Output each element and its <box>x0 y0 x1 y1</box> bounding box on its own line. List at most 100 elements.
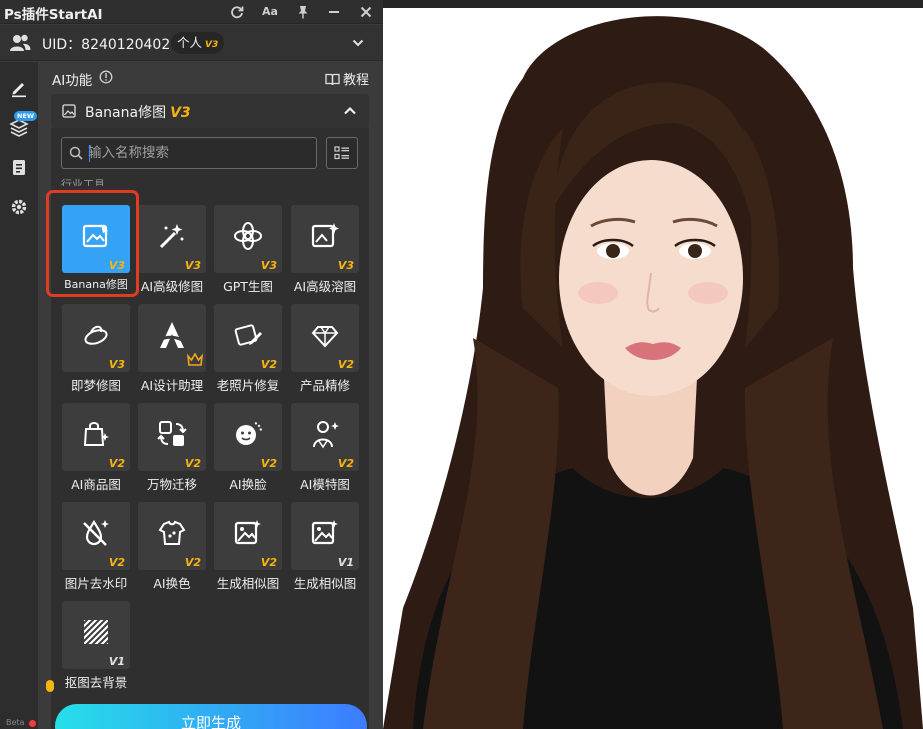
magic-wand-icon <box>157 221 187 251</box>
tool-label[interactable]: 抠图去背景 <box>54 672 138 691</box>
tutorial-label: 教程 <box>342 73 369 88</box>
tool-tile[interactable]: V3 <box>62 304 130 372</box>
chevron-down-icon[interactable] <box>351 36 365 54</box>
layers-icon[interactable] <box>9 118 29 138</box>
tool-label[interactable]: GPT生图 <box>206 276 290 295</box>
text-caret <box>89 145 90 162</box>
tool-tile[interactable]: V2 <box>138 403 206 471</box>
refresh-icon[interactable] <box>227 2 247 22</box>
transfer-icon <box>157 419 187 449</box>
openai-knot-icon <box>233 221 263 251</box>
book-icon <box>325 73 340 86</box>
shopping-bag-icon <box>81 419 111 449</box>
remove-background-icon <box>81 617 111 647</box>
model-icon <box>310 419 340 449</box>
settings-gear-icon[interactable] <box>9 197 29 217</box>
tool-label[interactable]: 生成相似图 <box>206 573 290 592</box>
tool-tile[interactable]: V2 <box>62 502 130 570</box>
status-dot <box>46 680 54 692</box>
tool-label[interactable]: 产品精修 <box>283 375 367 394</box>
tool-label[interactable]: AI高级修图 <box>130 276 214 295</box>
tool-label[interactable]: 即梦修图 <box>54 375 138 394</box>
tool-version-badge: V3 <box>184 259 201 272</box>
tool-tile[interactable]: V1 <box>291 502 359 570</box>
info-icon[interactable] <box>99 70 113 88</box>
image-icon <box>62 104 76 122</box>
tool-tile[interactable]: V2 <box>62 403 130 471</box>
plan-badge: 个人 V3 <box>171 32 225 54</box>
tool-version-badge: V2 <box>260 358 277 371</box>
diamond-icon <box>310 320 340 350</box>
tool-tile[interactable]: V2 <box>291 403 359 471</box>
tool-tile[interactable] <box>138 304 206 372</box>
feature-name-text: Banana修图 <box>85 105 167 121</box>
clipboard-icon[interactable] <box>9 157 29 177</box>
tutorial-link[interactable]: 教程 <box>325 69 369 88</box>
tool-tile[interactable]: V1 <box>62 601 130 669</box>
tool-label[interactable]: AI商品图 <box>54 474 138 493</box>
recolor-icon <box>157 518 187 548</box>
category-label: 行业工具 <box>61 178 105 186</box>
feature-version: V3 <box>170 105 191 121</box>
face-swap-icon <box>233 419 263 449</box>
tool-tile[interactable]: V2 <box>214 502 282 570</box>
uid-text: UID：8240120402 <box>42 37 171 53</box>
photo-repair-icon <box>233 320 263 350</box>
design-assistant-icon <box>157 320 187 350</box>
startai-panel: Ps插件StartAI Aa UID：8240120402 个人 V3 NEW … <box>0 0 383 729</box>
tool-label[interactable]: 万物迁移 <box>130 474 214 493</box>
tool-version-badge: V1 <box>337 556 354 569</box>
portrait-image <box>383 16 923 729</box>
tool-label[interactable]: 图片去水印 <box>54 573 138 592</box>
tool-tile[interactable]: V3 <box>291 205 359 273</box>
left-toolbar: NEW Beta <box>0 62 38 729</box>
pin-icon[interactable] <box>293 2 313 22</box>
tool-tile[interactable]: V2 <box>214 403 282 471</box>
tool-label[interactable]: 生成相似图 <box>283 573 367 592</box>
title-bar: Ps插件StartAI Aa <box>0 0 383 24</box>
minimize-icon[interactable] <box>324 2 344 22</box>
tool-version-badge: V2 <box>108 457 125 470</box>
image-sparkle-icon <box>310 221 340 251</box>
tool-version-badge: V3 <box>260 259 277 272</box>
close-icon[interactable] <box>356 2 376 22</box>
tool-version-badge: V2 <box>184 457 201 470</box>
tool-tile[interactable]: V2 <box>214 304 282 372</box>
tool-label[interactable]: AI模特图 <box>283 474 367 493</box>
feature-selector[interactable]: Banana修图 V3 <box>51 94 369 128</box>
tool-label[interactable]: AI换脸 <box>206 474 290 493</box>
selection-highlight <box>46 190 139 297</box>
user-group-icon <box>9 33 31 57</box>
feature-name: Banana修图 V3 <box>85 102 191 122</box>
tool-tile[interactable]: V2 <box>138 502 206 570</box>
section-title: AI功能 <box>52 73 93 89</box>
canvas-top-bar <box>383 0 923 8</box>
plan-version: V3 <box>205 40 219 50</box>
search-box[interactable] <box>61 137 317 169</box>
new-tag: NEW <box>14 111 38 121</box>
list-view-toggle[interactable] <box>326 137 358 169</box>
tool-label[interactable]: AI高级溶图 <box>283 276 367 295</box>
chevron-up-icon[interactable] <box>343 105 357 121</box>
tool-label[interactable]: AI换色 <box>130 573 214 592</box>
tool-version-badge: V2 <box>260 457 277 470</box>
tool-label[interactable]: AI设计助理 <box>130 375 214 394</box>
tool-version-badge: V2 <box>337 358 354 371</box>
user-bar[interactable]: UID：8240120402 个人 V3 <box>0 25 383 61</box>
edit-tool-icon[interactable] <box>9 78 29 98</box>
search-input[interactable] <box>88 143 310 163</box>
tool-label[interactable]: 老照片修复 <box>206 375 290 394</box>
crown-icon <box>186 352 204 370</box>
list-view-icon <box>334 146 349 160</box>
font-size-button[interactable]: Aa <box>260 2 280 22</box>
tool-version-badge: V2 <box>108 556 125 569</box>
tool-tile[interactable]: V3 <box>138 205 206 273</box>
tool-tile[interactable]: V3 <box>214 205 282 273</box>
tool-version-badge: V1 <box>108 655 125 668</box>
tool-tile[interactable]: V2 <box>291 304 359 372</box>
similar-image-icon <box>233 518 263 548</box>
window-title: Ps插件StartAI <box>4 7 103 23</box>
tool-version-badge: V2 <box>260 556 277 569</box>
generate-button[interactable]: 立即生成 <box>55 704 367 729</box>
similar-image-icon <box>310 518 340 548</box>
